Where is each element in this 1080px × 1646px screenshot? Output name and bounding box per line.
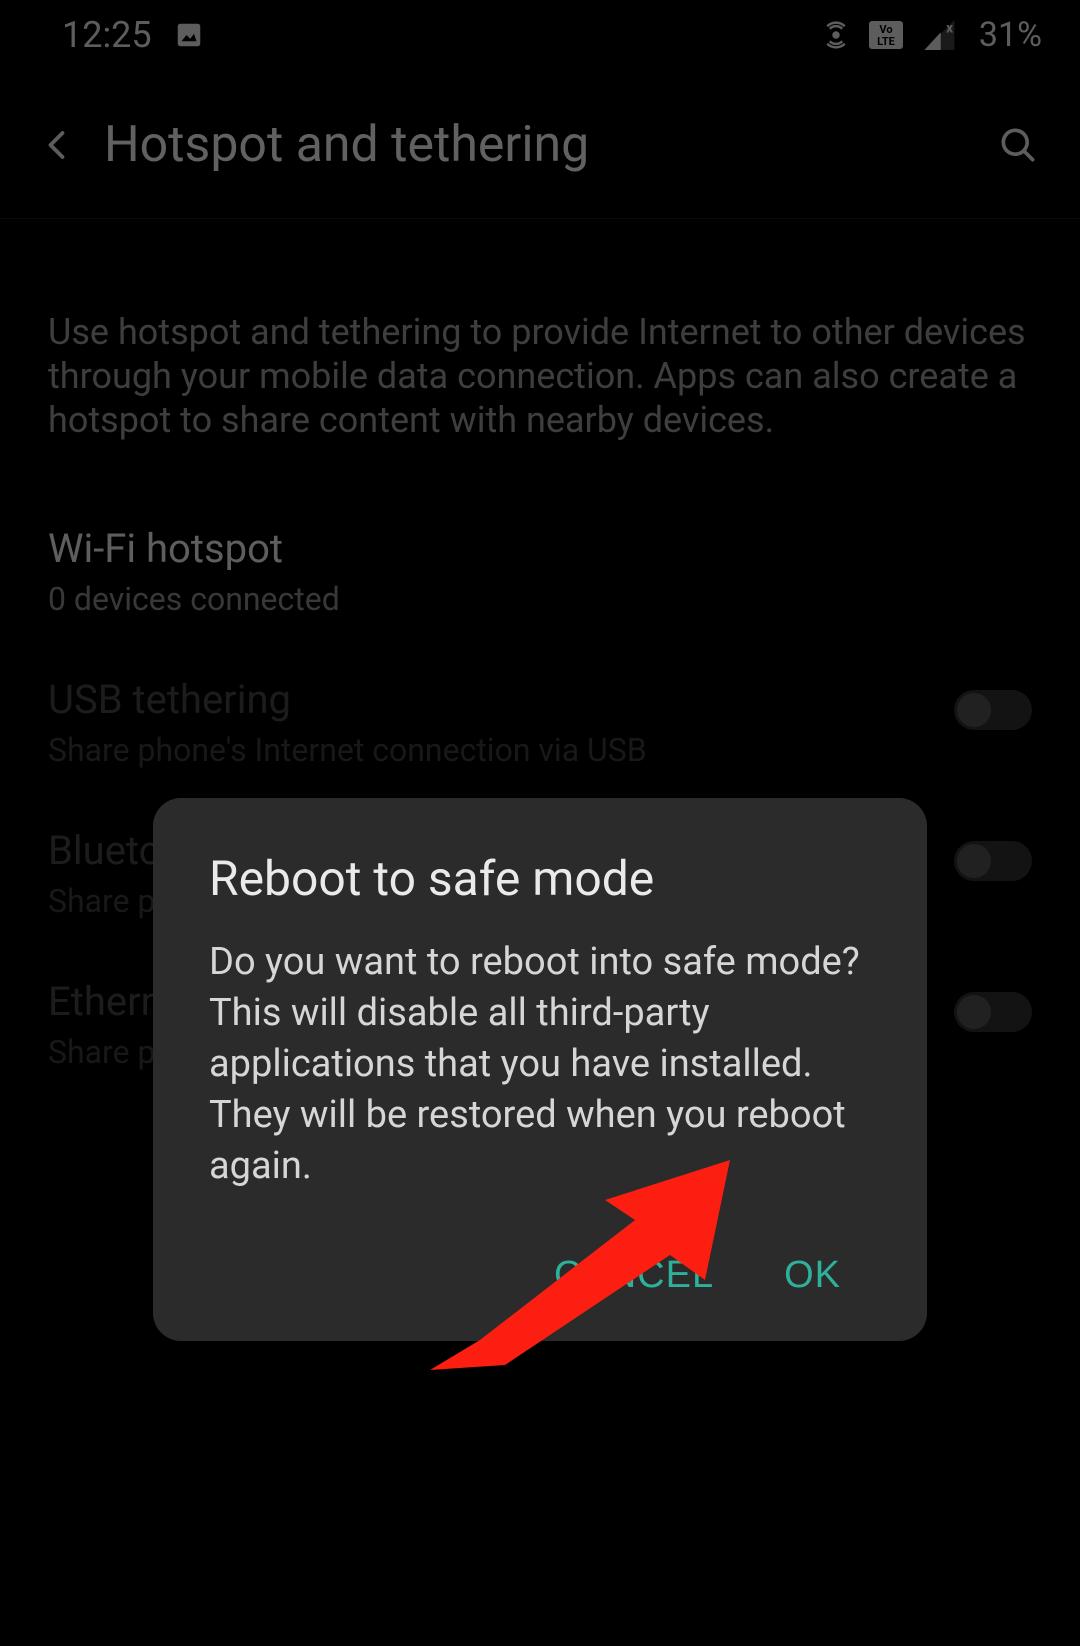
cancel-button[interactable]: CANCEL <box>548 1246 720 1305</box>
safe-mode-dialog: Reboot to safe mode Do you want to reboo… <box>153 798 927 1341</box>
dialog-backdrop[interactable]: Reboot to safe mode Do you want to reboo… <box>0 0 1080 1646</box>
dialog-body: Do you want to reboot into safe mode? Th… <box>209 937 871 1192</box>
ok-button[interactable]: OK <box>778 1246 847 1305</box>
dialog-title: Reboot to safe mode <box>209 850 871 907</box>
